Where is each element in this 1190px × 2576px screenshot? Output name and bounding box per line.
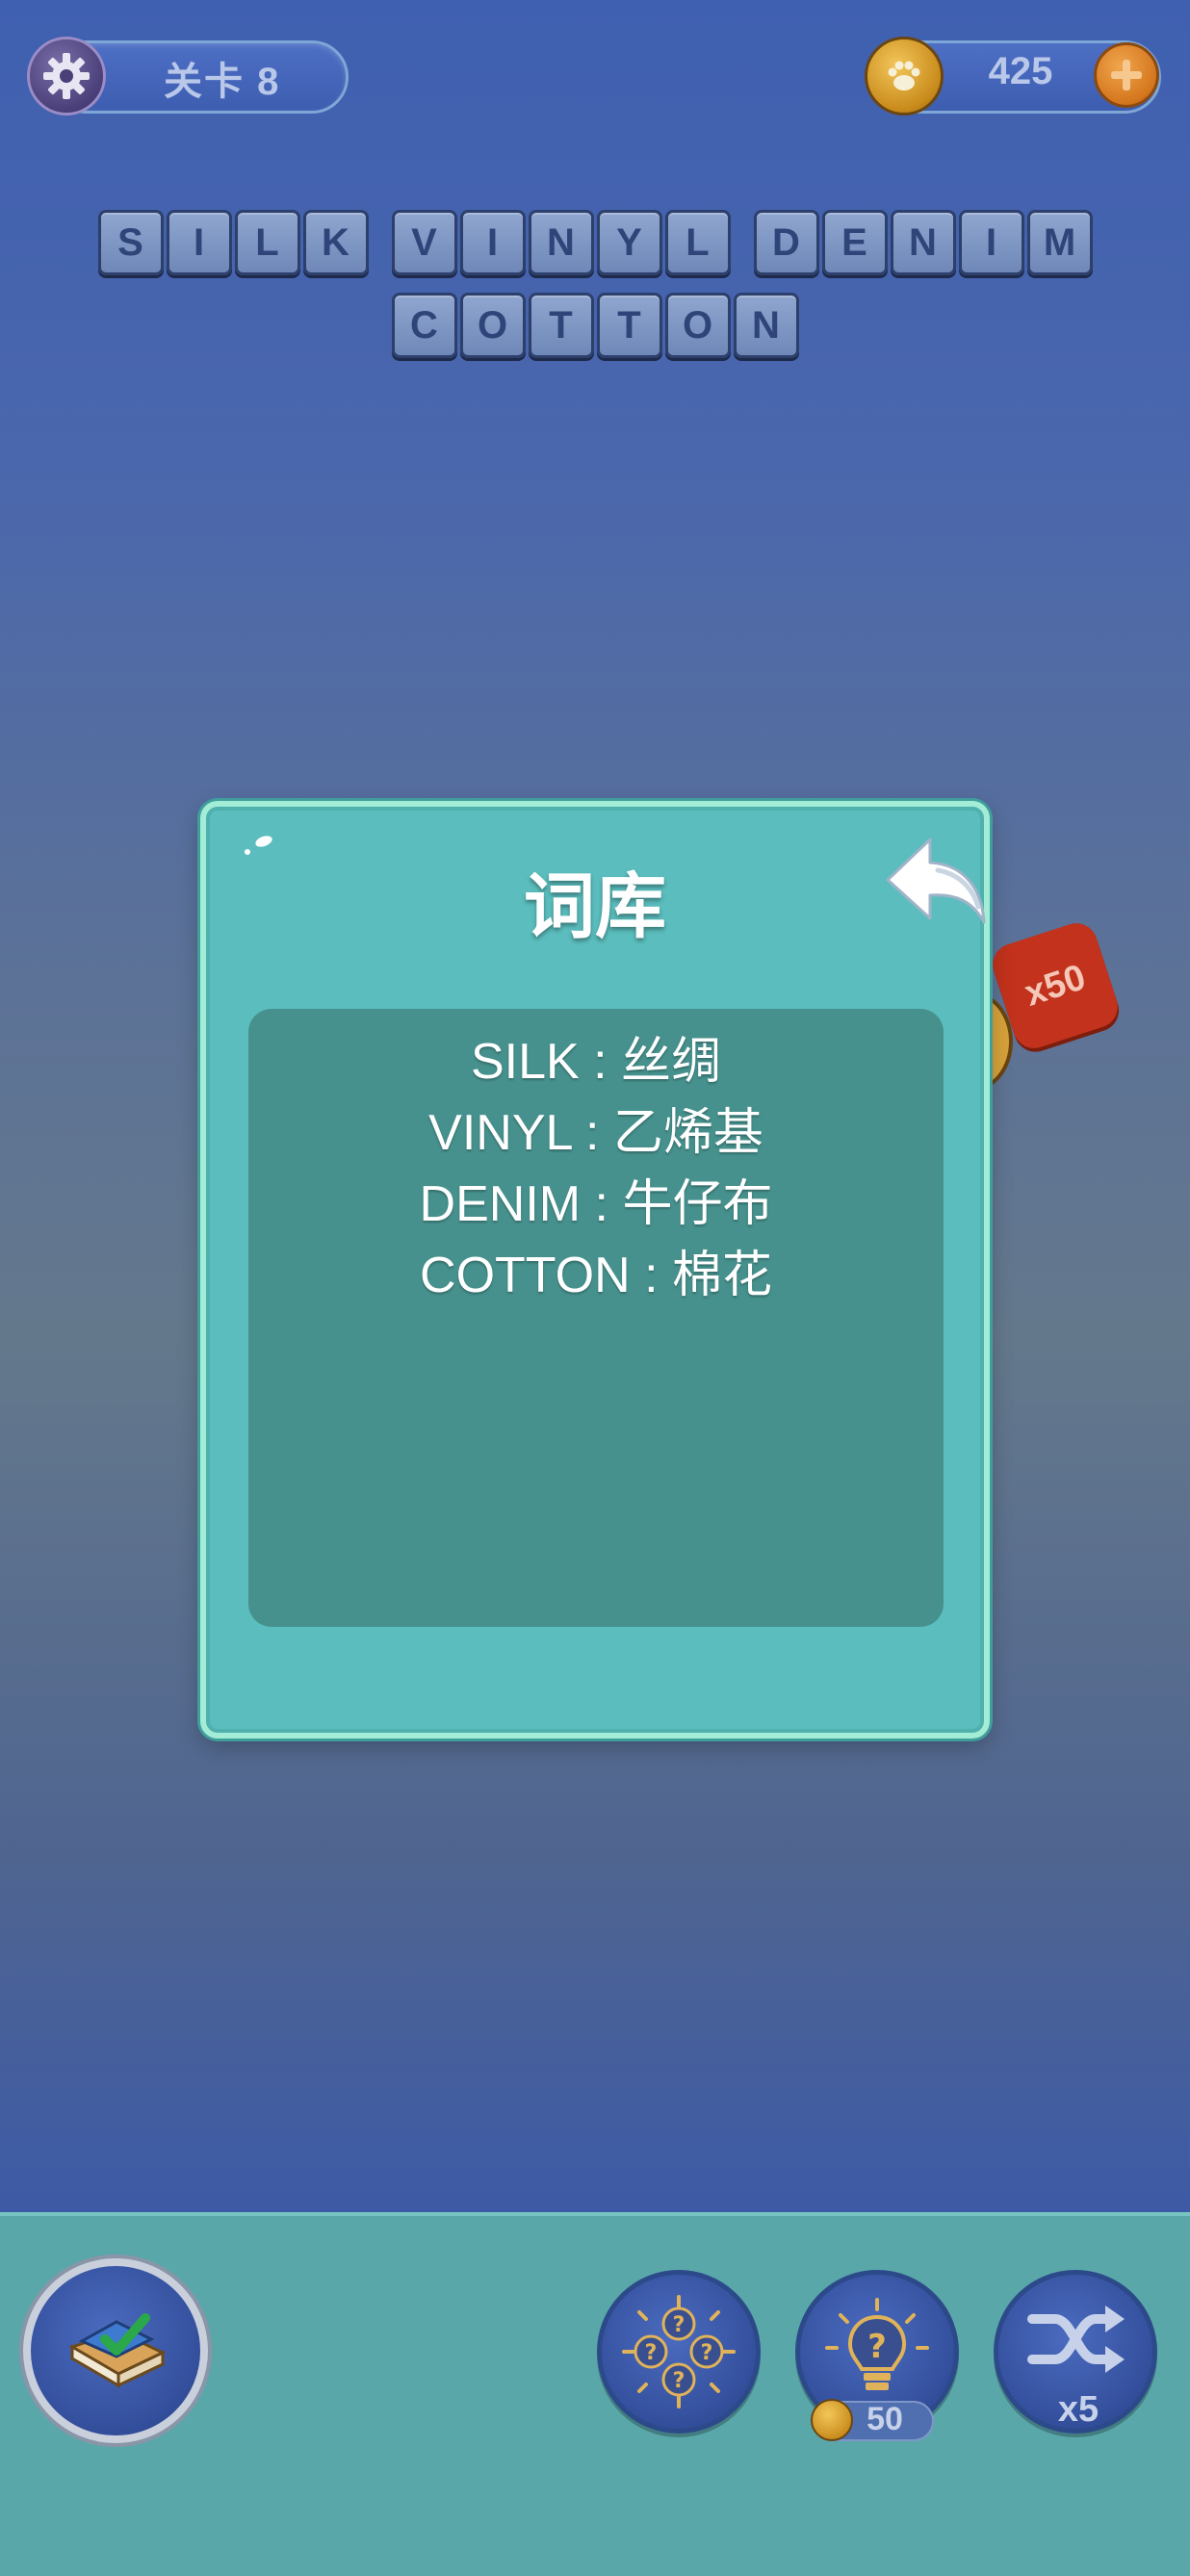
svg-text:?: ? (867, 2328, 887, 2366)
plus-icon (1111, 60, 1142, 90)
letter-tile: I (459, 210, 526, 275)
letter-tile: T (528, 293, 594, 358)
letter-tile: C (391, 293, 457, 358)
hint-cost-value: 50 (867, 2401, 903, 2437)
shuffle-icon (1027, 2306, 1125, 2373)
letter-tile: N (528, 210, 594, 275)
word-list: SILK : 丝绸 VINYL : 乙烯基 DENIM : 牛仔布 COTTON… (248, 1009, 944, 1627)
paw-icon (888, 61, 920, 90)
gear-icon (43, 53, 90, 99)
answer-word: COTTON (391, 293, 799, 358)
word-entry: DENIM : 牛仔布 (419, 1176, 773, 1232)
back-button[interactable] (880, 826, 996, 941)
dictionary-button[interactable] (23, 2258, 208, 2443)
letter-tile: Y (596, 210, 662, 275)
reveal-letters-button[interactable]: ?? ?? (597, 2270, 761, 2434)
coin-icon (811, 2399, 853, 2441)
letter-tile: E (821, 210, 888, 275)
letter-tile: L (664, 210, 731, 275)
word-entry: SILK : 丝绸 (470, 1034, 722, 1090)
answer-word: VINYL (391, 210, 731, 275)
svg-text:?: ? (673, 2369, 686, 2393)
level-label: 关卡 8 (164, 61, 281, 103)
word-entry: COTTON : 棉花 (420, 1248, 772, 1303)
letter-tile: N (890, 210, 956, 275)
word-entry: VINYL : 乙烯基 (428, 1105, 763, 1161)
letter-tile: D (753, 210, 819, 275)
back-arrow-icon (886, 837, 986, 924)
bonus-badge-label: x50 (1020, 956, 1091, 1015)
letter-tile: O (459, 293, 526, 358)
letter-tile: M (1026, 210, 1093, 275)
letter-tile: V (391, 210, 457, 275)
book-check-icon (68, 2313, 167, 2388)
letter-tile: I (166, 210, 232, 275)
coin-count: 425 (988, 50, 1053, 92)
letter-tile: L (234, 210, 300, 275)
letter-tile: K (302, 210, 369, 275)
answer-word: SILK (97, 210, 369, 275)
answer-words-row-1: SILKVINYLDENIM (0, 210, 1190, 275)
letter-tile: S (97, 210, 164, 275)
settings-button[interactable] (27, 37, 106, 116)
lightbulb-icon: ? (825, 2298, 929, 2390)
add-coins-button[interactable] (1094, 42, 1159, 108)
letter-tile: I (958, 210, 1024, 275)
dictionary-dialog: 词库 SILK : 丝绸 VINYL : 乙烯基 DENIM : 牛仔布 COT… (200, 801, 990, 1739)
letter-tile: N (733, 293, 799, 358)
letter-tile: O (664, 293, 731, 358)
paw-coin-icon (865, 37, 944, 116)
svg-text:?: ? (645, 2341, 658, 2365)
answer-word: DENIM (753, 210, 1093, 275)
svg-text:?: ? (673, 2313, 686, 2337)
svg-text:?: ? (701, 2341, 713, 2365)
letter-tile: T (596, 293, 662, 358)
dialog-title: 词库 (524, 866, 666, 946)
multi-hint-icon: ?? ?? (622, 2295, 736, 2409)
shuffle-count: x5 (1057, 2389, 1099, 2430)
answer-words-row-2: COTTON (0, 293, 1190, 358)
